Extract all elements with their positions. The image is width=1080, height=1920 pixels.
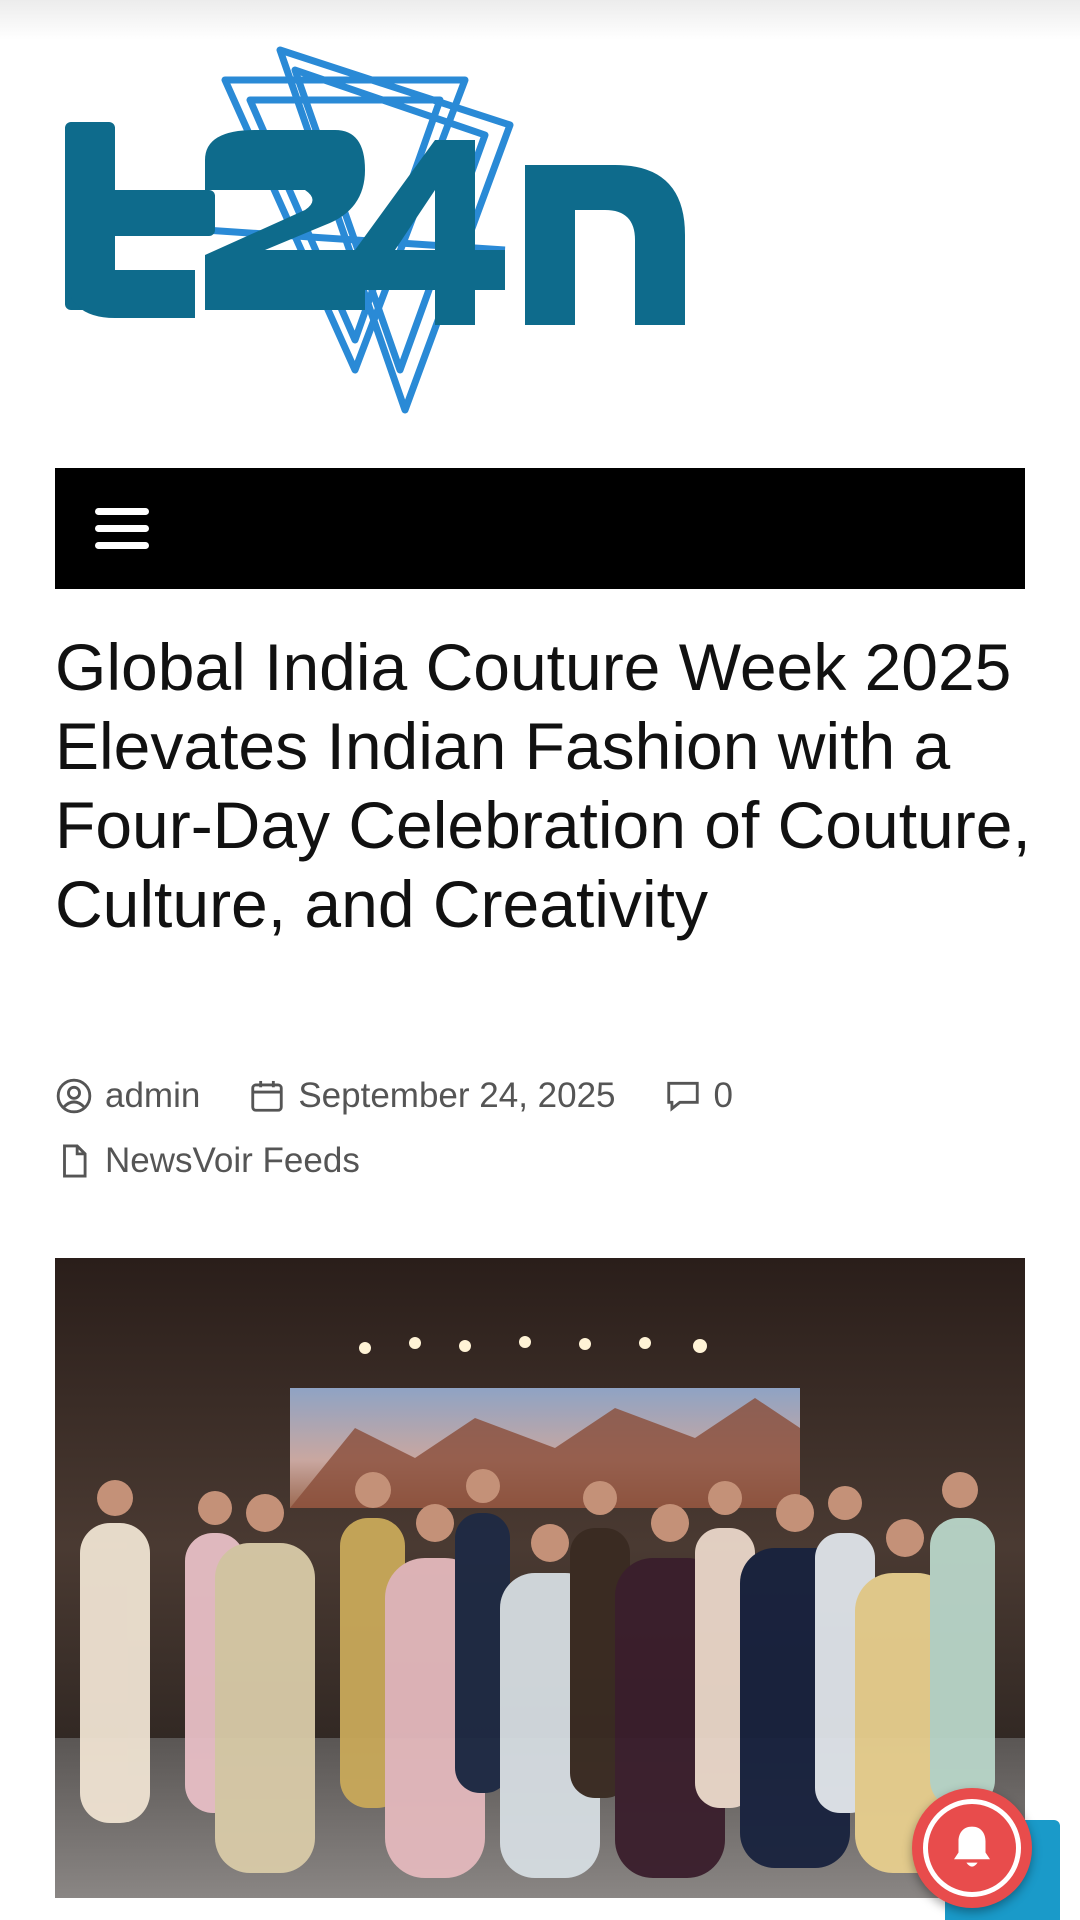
meta-date: September 24, 2025 (248, 1076, 616, 1116)
meta-category: NewsVoir Feeds (55, 1141, 360, 1181)
bell-ring (923, 1799, 1021, 1897)
calendar-icon (251, 1080, 284, 1112)
date-link[interactable]: September 24, 2025 (298, 1076, 615, 1116)
meta-author: admin (55, 1076, 200, 1116)
category-link[interactable]: NewsVoir Feeds (105, 1141, 360, 1181)
author-link[interactable]: admin (105, 1076, 200, 1116)
meta-row-primary: admin September 24, 2025 0 (55, 1070, 1035, 1122)
bell-icon (954, 1826, 990, 1867)
meta-comments: 0 (664, 1076, 733, 1116)
comments-link[interactable]: 0 (714, 1076, 733, 1116)
menu-bar-line (95, 524, 149, 532)
featured-image (55, 1258, 1025, 1898)
t24n-logo-graphic (65, 46, 685, 414)
comment-icon (666, 1081, 699, 1112)
hamburger-menu-icon[interactable] (95, 498, 159, 558)
notification-bell-button[interactable] (912, 1788, 1032, 1908)
top-shadow (0, 0, 1080, 40)
main-navigation-bar (55, 468, 1025, 589)
site-logo[interactable] (55, 40, 695, 430)
runway-photo (55, 1258, 1025, 1898)
user-circle-icon (56, 1078, 92, 1114)
meta-row-secondary: NewsVoir Feeds (55, 1135, 1035, 1187)
file-icon (63, 1144, 87, 1178)
menu-bar-line (95, 541, 149, 549)
article-title: Global India Couture Week 2025 Elevates … (55, 630, 1031, 941)
article-meta: admin September 24, 2025 0 NewsVoir Feed… (55, 1070, 1035, 1200)
menu-bar-line (95, 507, 149, 515)
